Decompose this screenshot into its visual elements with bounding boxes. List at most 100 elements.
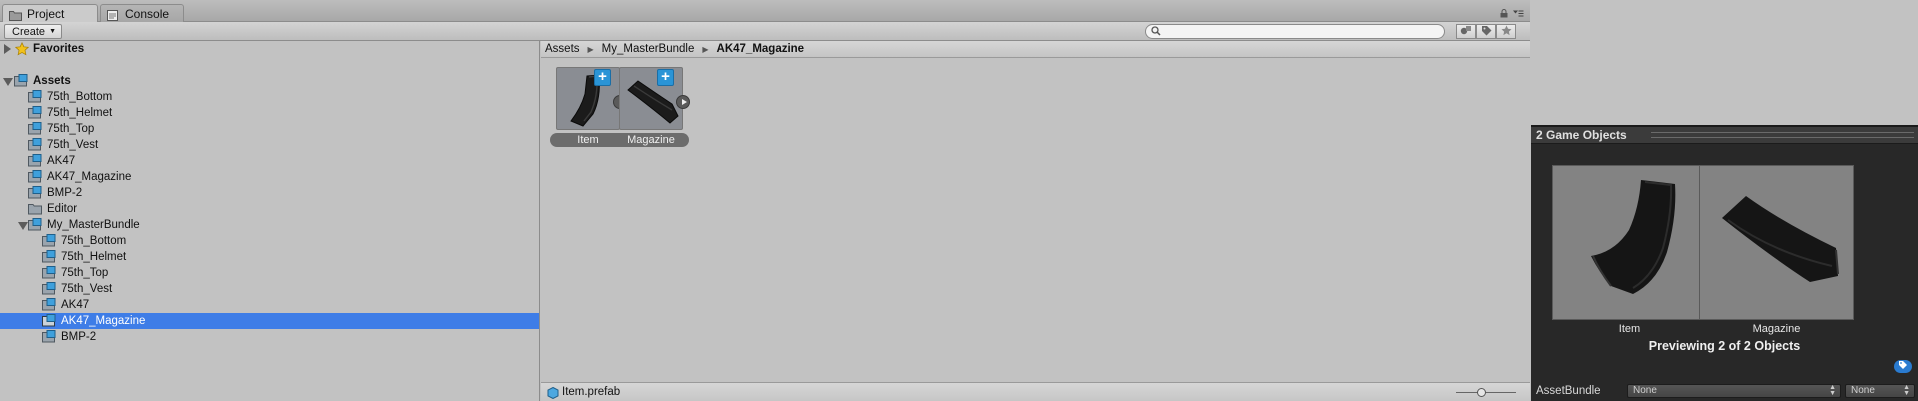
drag-grip-icon[interactable] xyxy=(1651,132,1914,138)
tree-item-label: BMP-2 xyxy=(61,331,97,343)
expand-prefab-icon[interactable] xyxy=(676,95,690,109)
tree-item-label: BMP-2 xyxy=(47,187,83,199)
tree-item-label: AK47_Magazine xyxy=(61,315,146,327)
create-button[interactable]: Create ▼ xyxy=(4,24,63,39)
tree-item-selected[interactable]: AK47_Magazine xyxy=(0,313,539,329)
tag-icon xyxy=(1898,360,1908,373)
collapse-arrow-icon[interactable] xyxy=(18,222,28,230)
window-menu-icon[interactable] xyxy=(1513,9,1524,21)
breadcrumb-separator-icon: ▶ xyxy=(702,44,709,54)
updown-arrows-icon: ▲ ▼ xyxy=(1903,384,1910,397)
tab-console[interactable]: Console xyxy=(100,4,184,22)
search-input[interactable] xyxy=(1164,26,1428,37)
inspector-preview-panel: 2 Game Objects Item Magazine Previewing … xyxy=(1531,125,1918,401)
search-icon xyxy=(1151,26,1161,39)
preview-status: Previewing 2 of 2 Objects xyxy=(1648,339,1801,353)
tree-item-label: AK47 xyxy=(61,299,90,311)
assetbundle-variant-value: None xyxy=(1851,385,1875,396)
search-by-type-button[interactable] xyxy=(1456,24,1476,39)
window-controls xyxy=(1500,9,1524,21)
asset-grid-pane: Assets ▶ My_MasterBundle ▶ AK47_Magazine… xyxy=(541,41,1530,382)
tree-item-favorites[interactable]: Favorites xyxy=(0,41,539,57)
search-field[interactable] xyxy=(1145,24,1445,39)
tree-item-label: Favorites xyxy=(33,43,85,55)
tree-item[interactable]: AK47_Magazine xyxy=(0,169,539,185)
tree-item[interactable]: 75th_Vest xyxy=(0,281,539,297)
object-preview-magazine[interactable] xyxy=(1699,165,1854,320)
selected-asset-path: Item.prefab xyxy=(547,385,620,400)
project-window: Project Console Create ▼ Favorites Asset… xyxy=(0,0,1530,401)
assetbundle-row: AssetBundle None ▲ ▼ None ▲ ▼ xyxy=(1531,381,1918,401)
prefab-plus-icon: + xyxy=(657,69,674,86)
folder-icon xyxy=(9,8,22,26)
tree-item-label: 75th_Top xyxy=(47,123,95,135)
tree-item[interactable]: Editor xyxy=(0,201,539,217)
collapse-arrow-icon[interactable] xyxy=(3,78,13,86)
tab-bar: Project Console xyxy=(0,0,1530,22)
project-toolbar: Create ▼ xyxy=(0,22,1530,41)
tree-item-label: Assets xyxy=(33,75,71,87)
tree-item-label: My_MasterBundle xyxy=(47,219,140,231)
folder-tree: Favorites Assets 75th_Bottom 75th_Helmet… xyxy=(0,41,540,401)
create-label: Create xyxy=(12,26,46,38)
tree-item-label: 75th_Helmet xyxy=(47,107,113,119)
star-outline-icon xyxy=(1501,25,1512,39)
tree-item-label: AK47 xyxy=(47,155,76,167)
tree-item[interactable]: AK47 xyxy=(0,153,539,169)
lock-icon[interactable] xyxy=(1500,9,1508,21)
tree-item[interactable]: My_MasterBundle xyxy=(0,217,539,233)
preview-label: Magazine xyxy=(1752,323,1801,335)
tag-icon xyxy=(1481,25,1492,39)
magazine-render xyxy=(1591,180,1676,294)
updown-arrows-icon: ▲ ▼ xyxy=(1829,384,1836,397)
zoom-slider-thumb[interactable] xyxy=(1477,388,1486,397)
tree-item[interactable]: AK47 xyxy=(0,297,539,313)
zoom-slider-track xyxy=(1456,392,1516,393)
tree-item-label: 75th_Bottom xyxy=(61,235,127,247)
prefab-folder-icon xyxy=(42,330,56,348)
object-preview-item[interactable] xyxy=(1552,165,1707,320)
tree-item-label: 75th_Top xyxy=(61,267,109,279)
tree-item[interactable]: 75th_Helmet xyxy=(0,105,539,121)
assetbundle-variant-select[interactable]: None ▲ ▼ xyxy=(1845,384,1915,398)
asset-tile-magazine[interactable]: + Magazine xyxy=(613,67,690,157)
tree-item[interactable]: 75th_Top xyxy=(0,265,539,281)
tree-item[interactable]: 75th_Bottom xyxy=(0,233,539,249)
tree-item[interactable]: 75th_Helmet xyxy=(0,249,539,265)
breadcrumb-current[interactable]: AK47_Magazine xyxy=(717,43,805,55)
assetbundle-label: AssetBundle xyxy=(1536,385,1601,397)
tree-item[interactable]: BMP-2 xyxy=(0,185,539,201)
tree-item-label: 75th_Bottom xyxy=(47,91,113,103)
assetbundle-name-select[interactable]: None ▲ ▼ xyxy=(1627,384,1841,398)
breadcrumb-item[interactable]: Assets xyxy=(545,43,580,55)
assetbundle-name-value: None xyxy=(1633,385,1657,396)
selected-asset-name: Item.prefab xyxy=(562,386,621,398)
asset-labels-button[interactable] xyxy=(1894,360,1912,373)
tree-item[interactable]: 75th_Top xyxy=(0,121,539,137)
favorites-button[interactable] xyxy=(1496,24,1516,39)
tree-item-label: Editor xyxy=(47,203,78,215)
tab-project[interactable]: Project xyxy=(2,4,98,22)
preview-header[interactable]: 2 Game Objects xyxy=(1531,127,1918,144)
zoom-slider[interactable] xyxy=(1456,388,1516,397)
breadcrumb-item[interactable]: My_MasterBundle xyxy=(602,43,695,55)
tab-console-label: Console xyxy=(125,7,170,21)
filter-type-icon xyxy=(1460,25,1472,39)
tree-item-assets[interactable]: Assets xyxy=(0,73,539,89)
dropdown-caret-icon: ▼ xyxy=(49,28,57,35)
status-bar: Item.prefab xyxy=(541,382,1530,401)
tree-item[interactable]: 75th_Vest xyxy=(0,137,539,153)
tree-item-label: 75th_Vest xyxy=(61,283,113,295)
magazine-render xyxy=(1722,196,1839,282)
asset-label: Magazine xyxy=(613,133,689,147)
prefab-icon xyxy=(547,386,559,401)
tree-item[interactable]: BMP-2 xyxy=(0,329,539,345)
search-by-label-button[interactable] xyxy=(1476,24,1496,39)
preview-label: Item xyxy=(1618,323,1641,335)
tree-item[interactable]: 75th_Bottom xyxy=(0,89,539,105)
expand-arrow-icon[interactable] xyxy=(4,44,11,54)
tab-project-label: Project xyxy=(27,7,65,21)
tree-item-label: 75th_Vest xyxy=(47,139,99,151)
empty-panel xyxy=(1531,0,1918,125)
